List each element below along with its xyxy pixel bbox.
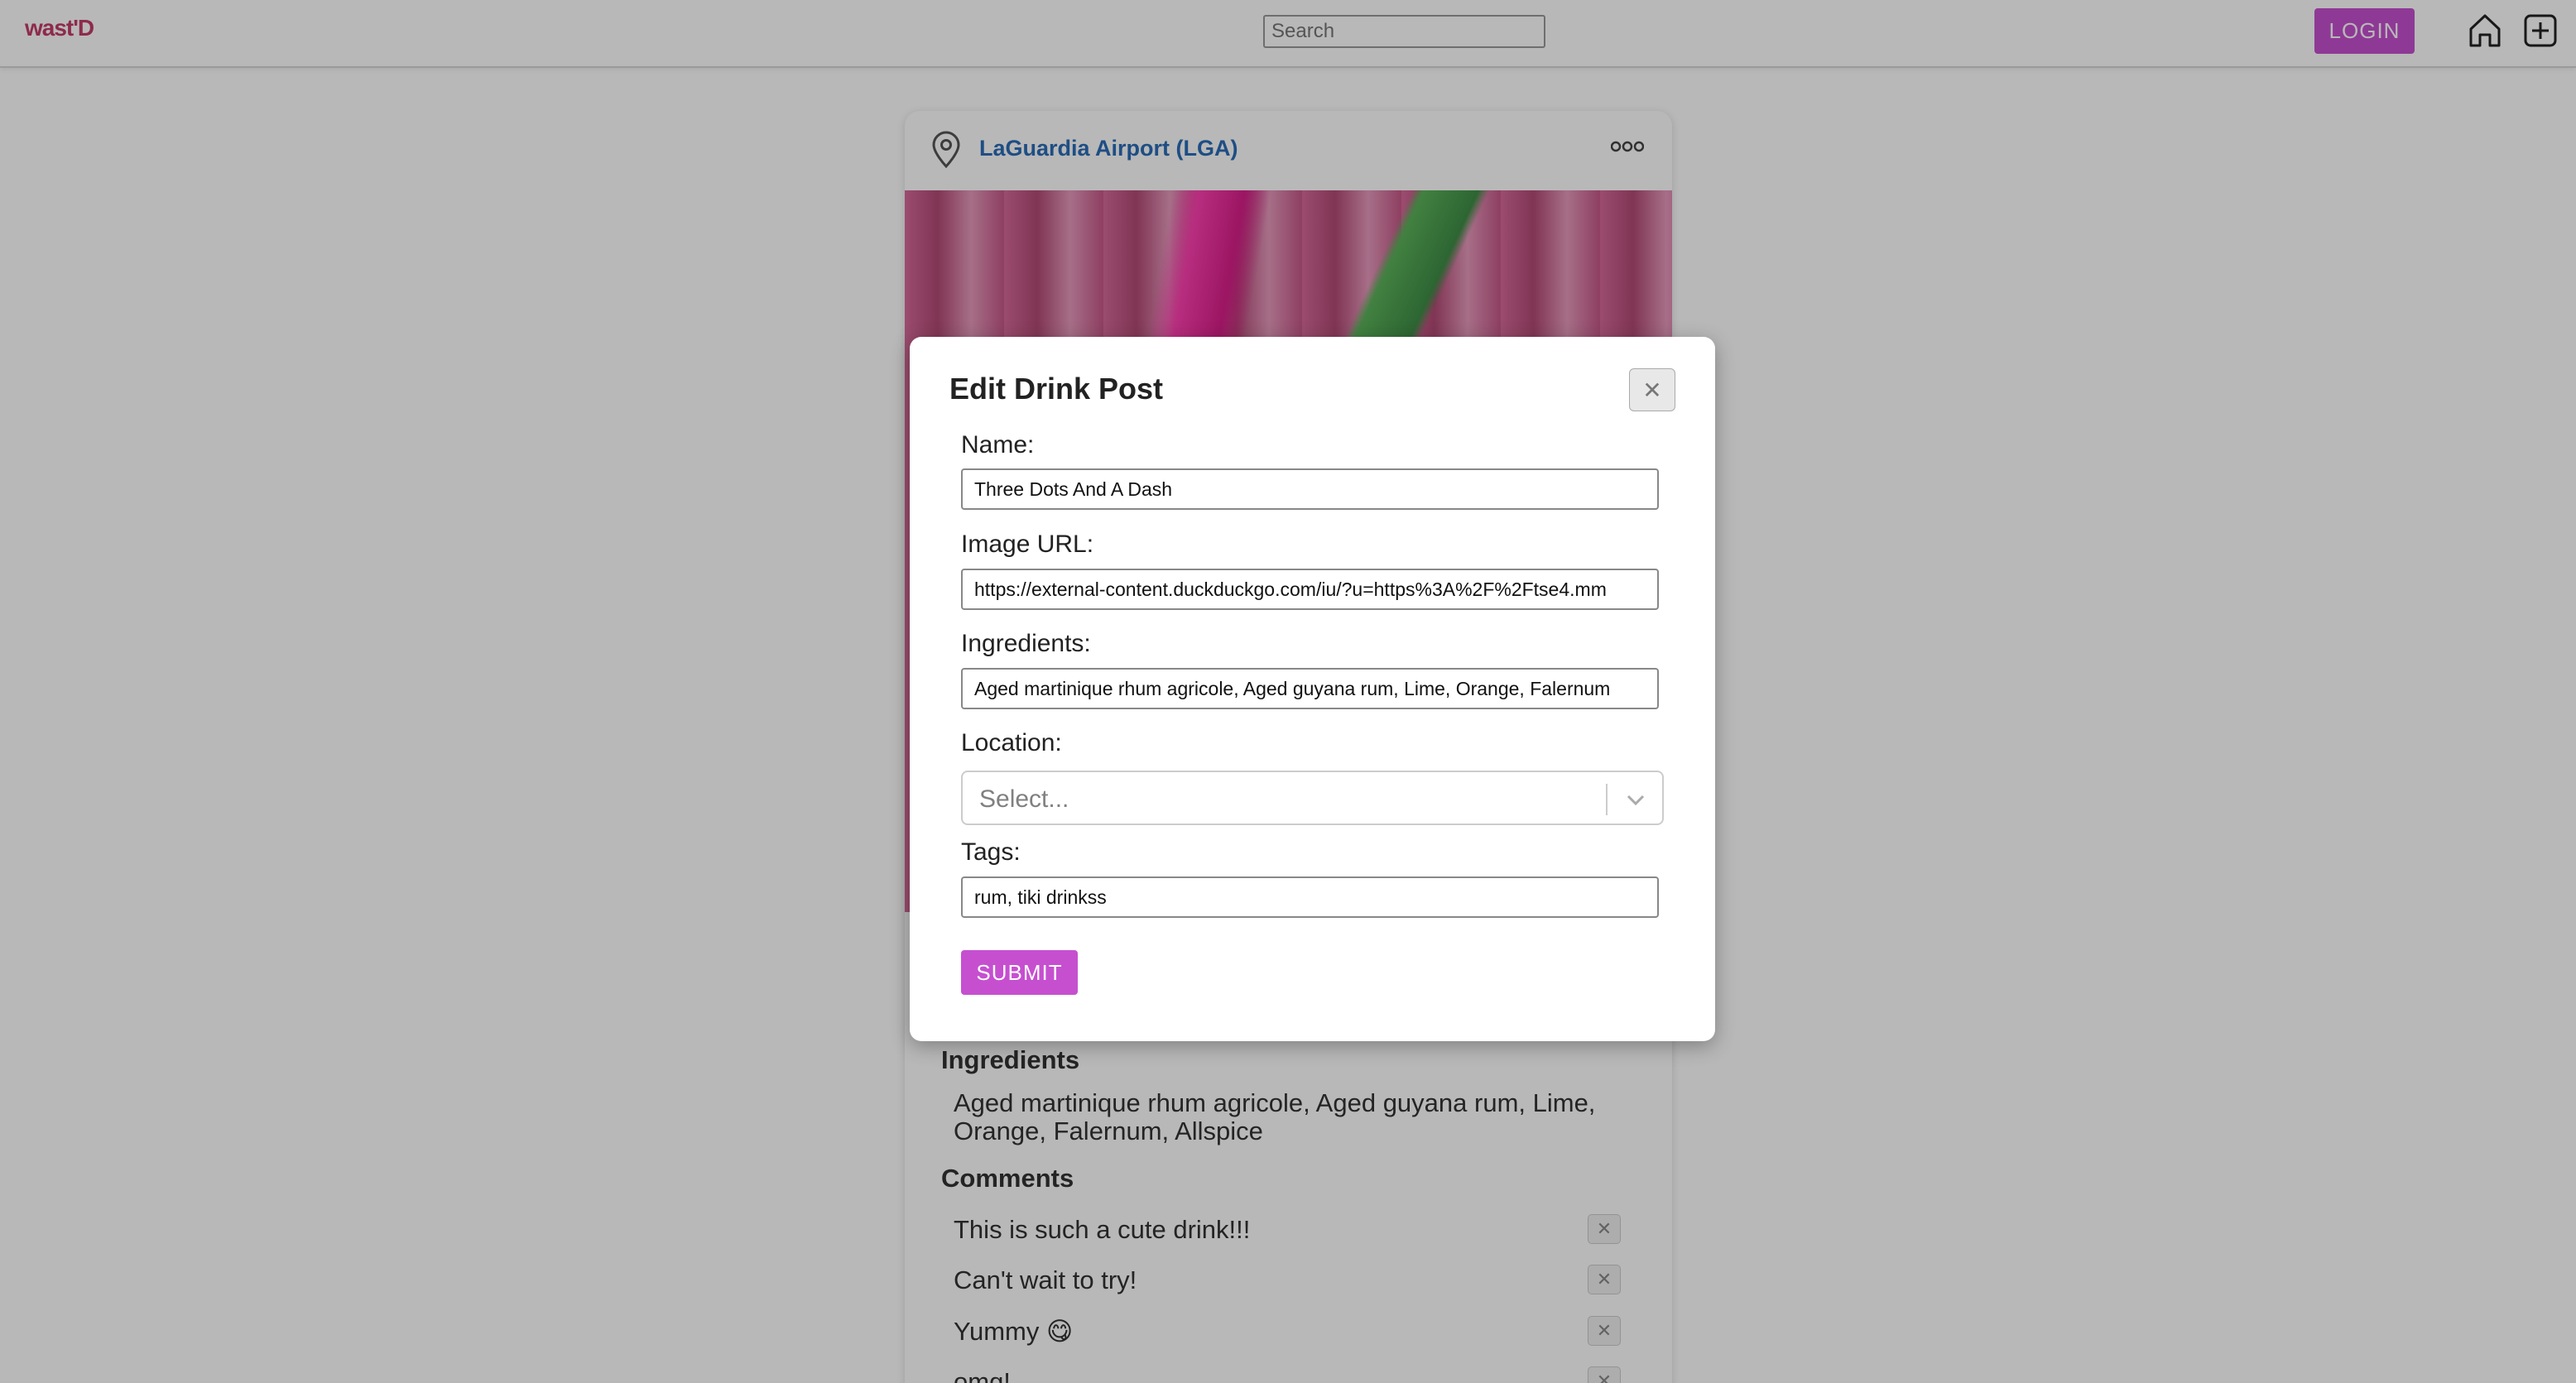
- tags-label: Tags:: [961, 838, 1021, 866]
- tags-input[interactable]: rum, tiki drinkss: [961, 876, 1659, 918]
- location-label: Location:: [961, 729, 1062, 756]
- image-url-label: Image URL:: [961, 531, 1094, 558]
- ingredients-input[interactable]: Aged martinique rhum agricole, Aged guya…: [961, 668, 1659, 709]
- select-separator: [1606, 784, 1608, 815]
- name-label: Name:: [961, 431, 1035, 459]
- close-modal-button[interactable]: ✕: [1629, 368, 1675, 411]
- modal-title: Edit Drink Post: [949, 372, 1164, 406]
- image-url-input[interactable]: https://external-content.duckduckgo.com/…: [961, 569, 1659, 610]
- name-input[interactable]: Three Dots And A Dash: [961, 468, 1659, 510]
- edit-drink-modal: Edit Drink Post ✕ Name: Three Dots And A…: [910, 337, 1715, 1041]
- location-select-placeholder: Select...: [979, 785, 1069, 813]
- ingredients-label: Ingredients:: [961, 630, 1091, 657]
- location-select[interactable]: Select...: [961, 771, 1664, 825]
- chevron-down-icon[interactable]: [1623, 789, 1648, 810]
- submit-button[interactable]: SUBMIT: [961, 950, 1078, 995]
